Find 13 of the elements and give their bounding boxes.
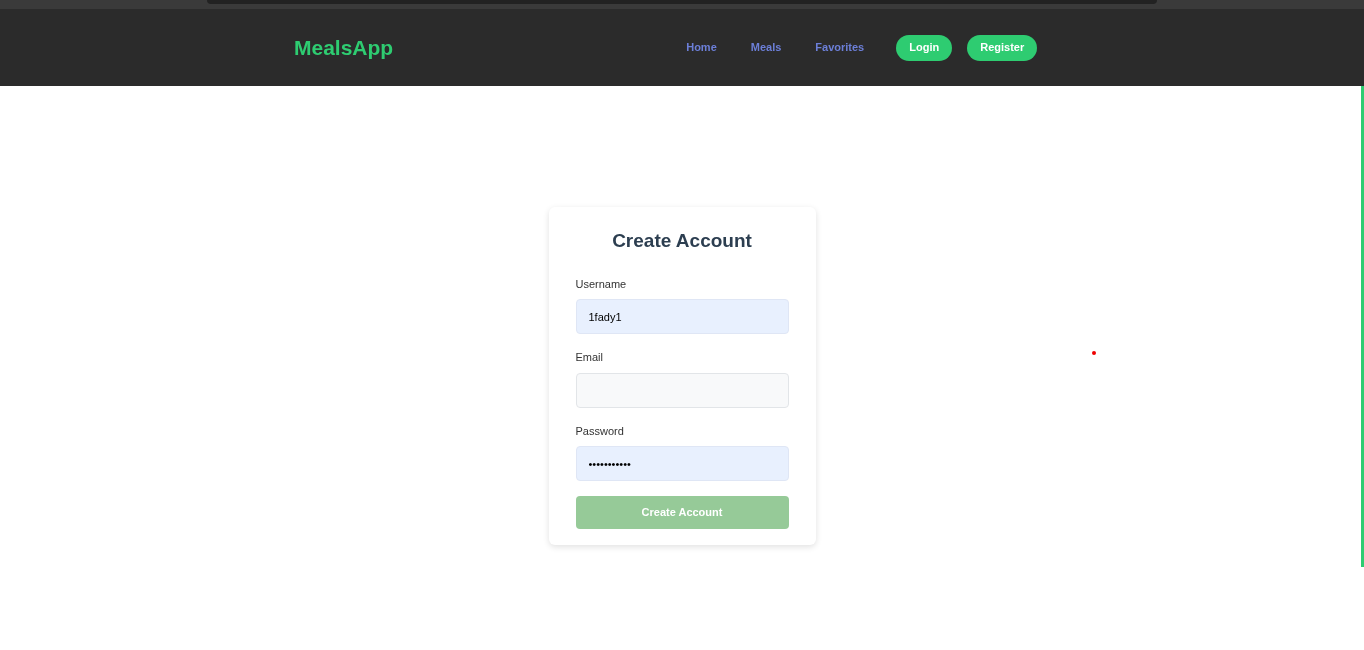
field-label: Password <box>575 423 625 439</box>
nav-link[interactable]: Home <box>669 35 734 60</box>
field-label: Email <box>575 350 604 365</box>
input-field[interactable] <box>575 372 789 408</box>
nav-button[interactable]: Register <box>967 34 1038 61</box>
input-field[interactable]: ••••••••••• <box>575 446 789 481</box>
brand-logo[interactable]: MealsApp <box>294 31 394 64</box>
nav-link[interactable]: Favorites <box>798 35 882 60</box>
field-label: Username <box>575 276 628 292</box>
nav-link[interactable]: Meals <box>733 35 799 60</box>
nav-button[interactable]: Login <box>896 34 953 61</box>
input-field[interactable]: 1fady1 <box>575 299 789 334</box>
form-title: Create Account <box>612 229 752 253</box>
